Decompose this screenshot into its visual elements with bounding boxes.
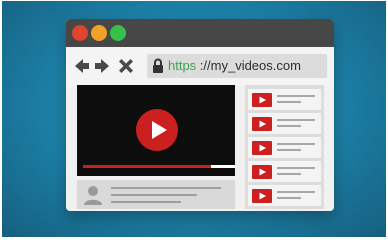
item-meta-line [277, 125, 301, 127]
item-title-line [277, 95, 315, 97]
progress-fill [83, 165, 211, 168]
related-video-item[interactable] [248, 89, 321, 110]
video-thumbnail-icon [252, 117, 272, 131]
related-video-item[interactable] [248, 137, 321, 158]
related-videos-sidebar [245, 85, 324, 209]
user-avatar-icon [84, 185, 102, 205]
info-text-line [111, 194, 197, 196]
item-title-line [277, 191, 315, 193]
video-thumbnail-icon [252, 189, 272, 203]
video-thumbnail-icon [252, 141, 272, 155]
background-scene: https ://my_videos.com [2, 1, 386, 237]
item-meta-line [277, 149, 301, 151]
item-title-line [277, 167, 315, 169]
window-close-dot[interactable] [72, 25, 88, 41]
forward-arrow-icon[interactable] [93, 56, 113, 76]
browser-window: https ://my_videos.com [66, 19, 334, 211]
title-bar [66, 19, 334, 47]
window-maximize-dot[interactable] [110, 25, 126, 41]
back-arrow-icon[interactable] [71, 56, 91, 76]
window-minimize-dot[interactable] [91, 25, 107, 41]
play-button-icon[interactable] [136, 109, 178, 151]
lock-icon [152, 58, 164, 74]
item-meta-line [277, 197, 301, 199]
progress-bar[interactable] [83, 165, 235, 168]
url-rest: ://my_videos.com [196, 58, 301, 73]
info-text-line [111, 187, 221, 189]
close-x-icon[interactable] [116, 56, 136, 76]
item-meta-line [277, 101, 301, 103]
related-video-item[interactable] [248, 185, 321, 206]
item-title-line [277, 119, 315, 121]
url-text: https ://my_videos.com [168, 58, 301, 74]
video-thumbnail-icon [252, 93, 272, 107]
item-title-line [277, 143, 315, 145]
item-meta-line [277, 173, 301, 175]
related-video-item[interactable] [248, 113, 321, 134]
related-video-item[interactable] [248, 161, 321, 182]
video-player[interactable] [77, 85, 235, 176]
info-text-line [111, 201, 181, 203]
address-bar[interactable]: https ://my_videos.com [147, 54, 327, 78]
video-thumbnail-icon [252, 165, 272, 179]
navigation-bar: https ://my_videos.com [66, 47, 334, 87]
url-scheme: https [168, 58, 197, 73]
video-info-panel [77, 180, 235, 209]
